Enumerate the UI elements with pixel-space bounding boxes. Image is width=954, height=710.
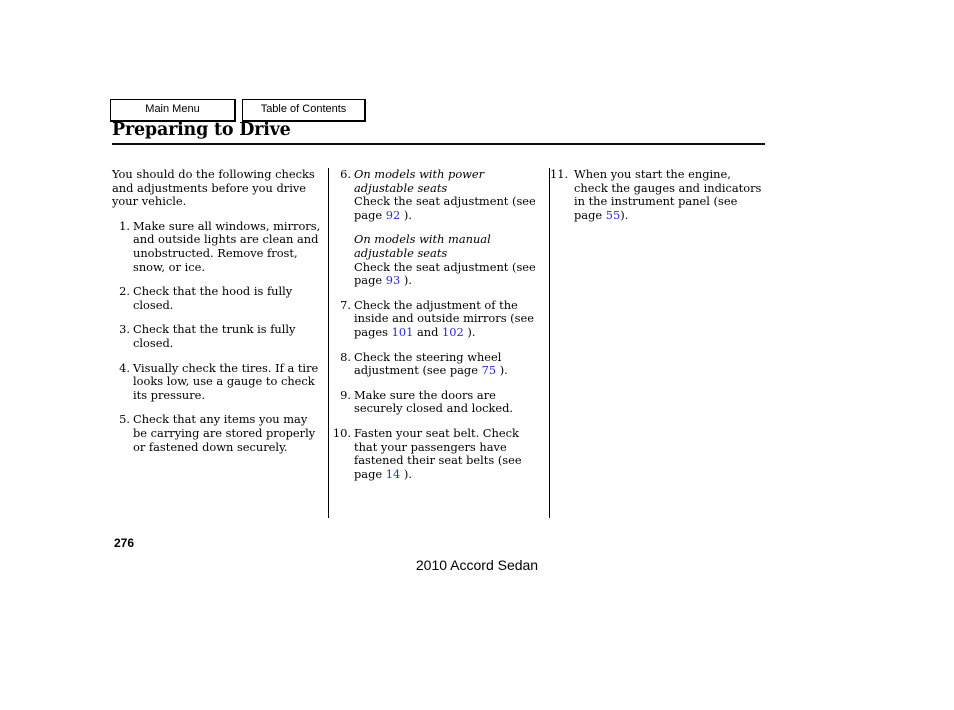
list-item: 2. Check that the hood is fully closed. bbox=[112, 284, 324, 312]
list-item-text: Check the seat adjustment (see page 93 )… bbox=[354, 259, 541, 288]
list-item-number: 2. bbox=[119, 284, 130, 299]
checklist-column-three: 11. When you start the engine, check the… bbox=[550, 167, 765, 222]
list-item-subheading: On models with manual adjustable seats bbox=[354, 232, 491, 260]
list-item-text-post: ). bbox=[403, 273, 412, 288]
list-item-text: Visually check the tires. If a tire look… bbox=[133, 360, 319, 402]
list-item-text-pre: When you start the engine, check the gau… bbox=[574, 167, 762, 222]
list-item-text-mid: and bbox=[416, 324, 439, 339]
column-divider-1 bbox=[328, 168, 329, 518]
page-link-14[interactable]: 14 bbox=[386, 467, 401, 481]
page-link-75[interactable]: 75 bbox=[482, 363, 497, 377]
list-item-text: Fasten your seat belt. Check that your p… bbox=[354, 426, 522, 481]
list-item-text-post: ). bbox=[620, 207, 629, 222]
list-item-number: 8. bbox=[340, 349, 351, 364]
list-item: 11. When you start the engine, check the… bbox=[550, 167, 765, 222]
column-three: 11. When you start the engine, check the… bbox=[550, 167, 765, 222]
list-item: 6. On models with power adjustable seats… bbox=[333, 167, 541, 288]
list-item-text-pre: Check the seat adjustment (see page bbox=[354, 259, 536, 288]
page-link-55[interactable]: 55 bbox=[606, 208, 621, 222]
list-item: 10. Fasten your seat belt. Check that yo… bbox=[333, 426, 541, 481]
list-item-text-post: ). bbox=[467, 324, 476, 339]
list-item: 7. Check the adjustment of the inside an… bbox=[333, 297, 541, 340]
list-item: 3. Check that the trunk is fully closed. bbox=[112, 323, 324, 350]
list-item-text: Check that the trunk is fully closed. bbox=[133, 322, 296, 350]
content-columns: You should do the following checks and a… bbox=[112, 167, 765, 518]
list-item-text-post: ). bbox=[499, 363, 508, 378]
list-item-subheading: On models with power adjustable seats bbox=[354, 167, 485, 195]
page-link-92[interactable]: 92 bbox=[386, 208, 401, 222]
list-item-text: Check the seat adjustment (see page 92 )… bbox=[354, 194, 541, 222]
page-link-101[interactable]: 101 bbox=[392, 325, 414, 339]
list-item-number: 7. bbox=[340, 297, 351, 312]
page-title: Preparing to Drive bbox=[112, 120, 291, 140]
intro-paragraph: You should do the following checks and a… bbox=[112, 167, 315, 209]
list-item-text-pre: Check the steering wheel adjustment (see… bbox=[354, 349, 502, 378]
list-item-text-post: ). bbox=[403, 207, 412, 222]
page-link-93[interactable]: 93 bbox=[386, 273, 401, 287]
list-item: 4. Visually check the tires. If a tire l… bbox=[112, 360, 324, 403]
main-menu-button[interactable]: Main Menu bbox=[110, 99, 236, 122]
list-item: 9. Make sure the doors are securely clos… bbox=[333, 387, 541, 416]
list-item-number: 5. bbox=[119, 412, 130, 427]
list-item-number: 4. bbox=[119, 360, 130, 375]
page-number: 276 bbox=[114, 536, 135, 550]
list-item-text-post: ). bbox=[403, 466, 412, 481]
document-footer: 2010 Accord Sedan bbox=[415, 557, 539, 573]
list-item-number: 10. bbox=[332, 425, 351, 440]
checklist-column-two: 6. On models with power adjustable seats… bbox=[333, 167, 541, 481]
list-item-text-pre: Fasten your seat belt. Check that your p… bbox=[354, 425, 522, 481]
checklist-column-one: 1. Make sure all windows, mirrors, and o… bbox=[112, 218, 324, 454]
list-item-text: Check that the hood is fully closed. bbox=[133, 284, 293, 312]
column-divider-2 bbox=[549, 168, 550, 518]
list-item-text: When you start the engine, check the gau… bbox=[574, 167, 761, 222]
list-item-text: Check the adjustment of the inside and o… bbox=[354, 298, 534, 339]
list-item-text: Check the steering wheel adjustment (see… bbox=[354, 350, 508, 378]
list-item-number: 11. bbox=[550, 167, 569, 181]
list-item-number: 3. bbox=[119, 322, 130, 337]
column-two: 6. On models with power adjustable seats… bbox=[333, 167, 541, 481]
heading-divider-rule bbox=[112, 143, 765, 145]
list-item: 8. Check the steering wheel adjustment (… bbox=[333, 349, 541, 378]
column-one: You should do the following checks and a… bbox=[112, 167, 324, 454]
list-item-text: Make sure the doors are securely closed … bbox=[354, 387, 514, 416]
navigation-bar: Main Menu Table of Contents bbox=[110, 99, 366, 122]
list-item-text: Check that any items you may be carrying… bbox=[133, 412, 316, 454]
list-item-number: 6. bbox=[340, 167, 351, 181]
list-item-number: 1. bbox=[119, 218, 130, 233]
page-link-102[interactable]: 102 bbox=[442, 325, 464, 339]
list-item: 1. Make sure all windows, mirrors, and o… bbox=[112, 218, 324, 274]
list-item-number: 9. bbox=[340, 387, 351, 402]
list-item-text: Make sure all windows, mirrors, and outs… bbox=[133, 218, 321, 274]
table-of-contents-button[interactable]: Table of Contents bbox=[242, 99, 366, 122]
list-item: 5. Check that any items you may be carry… bbox=[112, 412, 324, 454]
list-item-text-pre: Check the seat adjustment (see page bbox=[354, 194, 536, 222]
